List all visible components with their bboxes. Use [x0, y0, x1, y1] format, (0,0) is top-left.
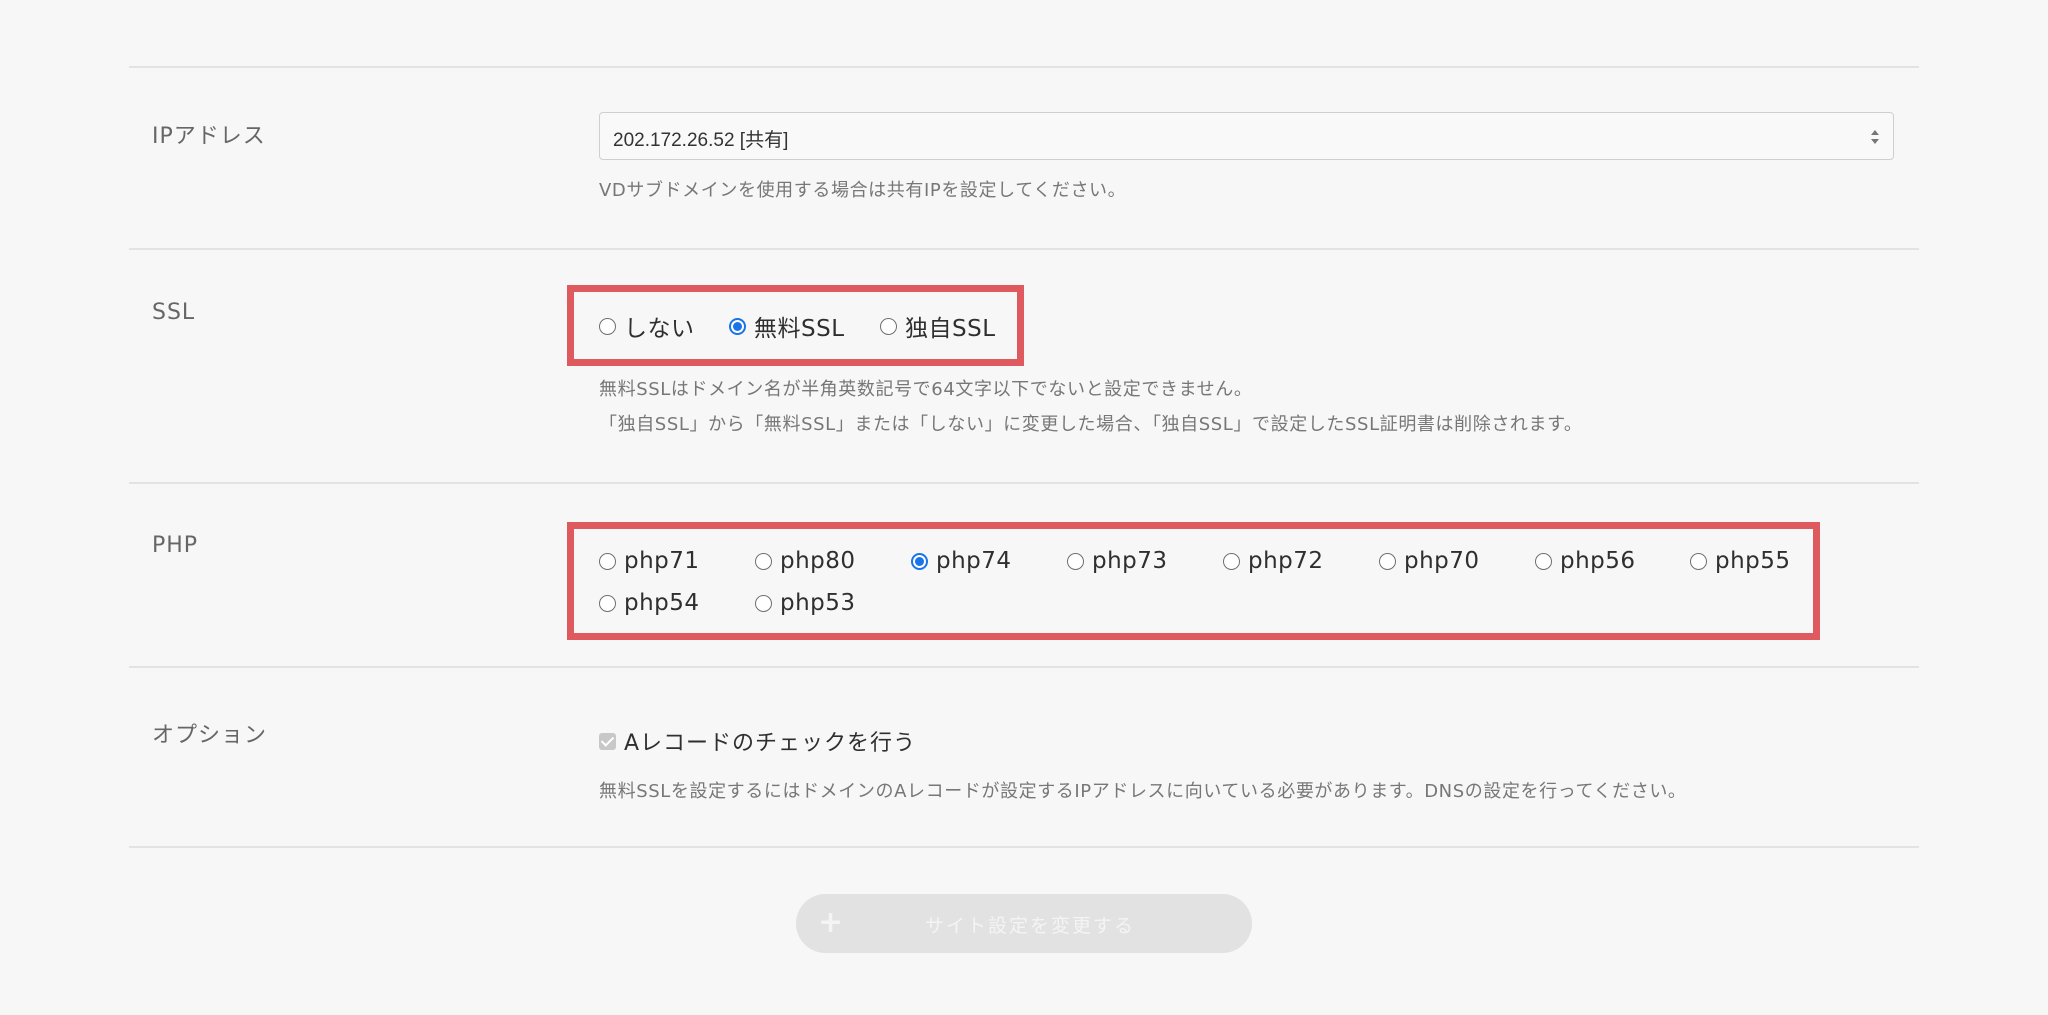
divider — [129, 846, 1919, 848]
php-option-label: php54 — [624, 590, 700, 616]
radio-button[interactable] — [599, 552, 616, 570]
divider — [129, 666, 1919, 668]
php-option-label: php74 — [936, 548, 1012, 574]
ssl-option-label: 独自SSL — [905, 316, 996, 342]
submit-button[interactable]: + サイト設定を変更する — [796, 894, 1252, 953]
php-option-label: php53 — [780, 590, 856, 616]
php-highlight-box — [567, 522, 1820, 640]
radio-button[interactable] — [1690, 552, 1707, 570]
ip-select[interactable]: 202.172.26.52 [共有] — [599, 112, 1894, 160]
php-option-php70[interactable]: php70 — [1379, 544, 1480, 578]
radio-button[interactable] — [599, 317, 616, 335]
ssl-option-label: 無料SSL — [754, 316, 845, 342]
a-record-check[interactable]: Aレコードのチェックを行う — [599, 724, 916, 758]
radio-button[interactable] — [755, 552, 772, 570]
php-option-label: php70 — [1404, 548, 1480, 574]
radio-button-checked[interactable] — [911, 552, 928, 570]
submit-button-label: サイト設定を変更する — [925, 915, 1136, 937]
php-option-php53[interactable]: php53 — [755, 586, 856, 620]
php-option-php72[interactable]: php72 — [1223, 544, 1324, 578]
php-option-php71[interactable]: php71 — [599, 544, 700, 578]
ip-help: VDサブドメインを使用する場合は共有IPを設定してください。 — [599, 180, 1127, 201]
php-option-php54[interactable]: php54 — [599, 586, 700, 620]
php-option-label: php71 — [624, 548, 700, 574]
php-option-php73[interactable]: php73 — [1067, 544, 1168, 578]
ssl-help-2: 「独自SSL」から「無料SSL」または「しない」に変更した場合、「独自SSL」で… — [599, 414, 1583, 435]
radio-button[interactable] — [1223, 552, 1240, 570]
divider — [129, 482, 1919, 484]
select-arrows-icon — [1871, 130, 1879, 144]
php-option-php80[interactable]: php80 — [755, 544, 856, 578]
ssl-option-custom[interactable]: 独自SSL — [880, 309, 996, 343]
radio-button[interactable] — [599, 594, 616, 612]
radio-button[interactable] — [1067, 552, 1084, 570]
ip-select-value: 202.172.26.52 [共有] — [613, 130, 789, 151]
option-label: オプション — [152, 723, 268, 748]
ssl-label: SSL — [152, 300, 196, 325]
radio-button[interactable] — [1535, 552, 1552, 570]
php-option-php74[interactable]: php74 — [911, 544, 1012, 578]
site-settings-form: IPアドレス 202.172.26.52 [共有] VDサブドメインを使用する場… — [0, 0, 2048, 1015]
php-option-label: php55 — [1715, 548, 1791, 574]
php-option-php55[interactable]: php55 — [1690, 544, 1791, 578]
option-help: 無料SSLを設定するにはドメインのAレコードが設定するIPアドレスに向いている必… — [599, 781, 1687, 802]
checkbox-checked[interactable] — [599, 732, 616, 750]
radio-button[interactable] — [880, 317, 897, 335]
php-option-label: php56 — [1560, 548, 1636, 574]
a-record-check-label: Aレコードのチェックを行う — [624, 731, 917, 756]
ssl-option-label: しない — [624, 316, 695, 342]
divider — [129, 248, 1919, 250]
radio-button[interactable] — [1379, 552, 1396, 570]
ssl-option-none[interactable]: しない — [599, 309, 695, 343]
radio-button-checked[interactable] — [729, 317, 746, 335]
radio-button[interactable] — [755, 594, 772, 612]
ssl-help-1: 無料SSLはドメイン名が半角英数記号で64文字以下でないと設定できません。 — [599, 379, 1253, 400]
php-option-label: php80 — [780, 548, 856, 574]
php-option-php56[interactable]: php56 — [1535, 544, 1636, 578]
php-option-label: php72 — [1248, 548, 1324, 574]
php-option-label: php73 — [1092, 548, 1168, 574]
ssl-option-free[interactable]: 無料SSL — [729, 309, 845, 343]
ip-label: IPアドレス — [152, 124, 266, 149]
divider — [129, 66, 1919, 68]
plus-icon: + — [818, 905, 844, 940]
php-label: PHP — [152, 533, 199, 558]
